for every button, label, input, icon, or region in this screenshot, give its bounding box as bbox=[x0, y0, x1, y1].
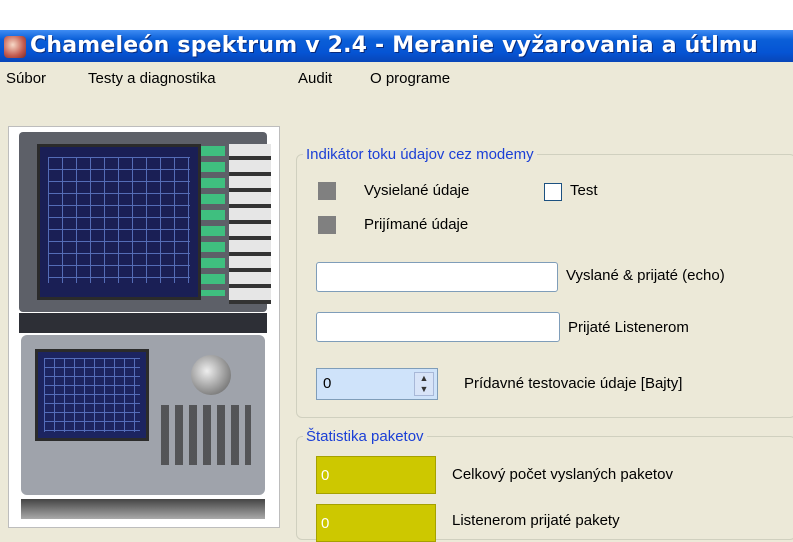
echo-label: Vyslané & prijaté (echo) bbox=[566, 267, 725, 284]
listener-packets-field: 0 bbox=[316, 504, 436, 542]
sent-packets-value: 0 bbox=[321, 467, 330, 484]
analyzer-strip bbox=[19, 313, 267, 333]
window-title: Chameleón spektrum v 2.4 - Meranie vyžar… bbox=[30, 33, 758, 58]
analyzer-top-screen bbox=[37, 144, 201, 300]
extra-bytes-label: Prídavné testovacie údaje [Bajty] bbox=[464, 375, 683, 392]
analyzer-knob bbox=[191, 355, 231, 395]
received-data-label: Prijímané údaje bbox=[364, 216, 469, 233]
analyzer-bottom-keypad bbox=[161, 405, 251, 465]
test-checkbox[interactable] bbox=[544, 183, 562, 201]
analyzer-keypad bbox=[229, 144, 271, 304]
menu-bar: Súbor Testy a diagnostika Audit O progra… bbox=[0, 62, 793, 94]
sent-packets-label: Celkový počet vyslaných paketov bbox=[452, 466, 673, 483]
sent-data-label: Vysielané údaje bbox=[364, 182, 470, 199]
listener-packets-value: 0 bbox=[321, 515, 330, 532]
extra-bytes-value: 0 bbox=[323, 375, 332, 392]
listener-label: Prijaté Listenerom bbox=[568, 319, 689, 336]
spectrum-analyzer-image bbox=[8, 126, 280, 528]
menu-tests-diagnostics[interactable]: Testy a diagnostika bbox=[88, 70, 216, 87]
title-bar[interactable]: Chameleón spektrum v 2.4 - Meranie vyžar… bbox=[0, 0, 793, 62]
echo-field[interactable] bbox=[316, 262, 558, 292]
listener-packets-label: Listenerom prijaté pakety bbox=[452, 512, 620, 529]
spin-updown-icon[interactable]: ▲ ▼ bbox=[414, 372, 434, 396]
analyzer-base bbox=[21, 499, 265, 519]
modem-indicator-title: Indikátor toku údajov cez modemy bbox=[306, 146, 534, 163]
extra-bytes-spinner[interactable]: 0 ▲ ▼ bbox=[316, 368, 438, 400]
sent-indicator bbox=[318, 182, 336, 200]
received-indicator bbox=[318, 216, 336, 234]
analyzer-top-device bbox=[19, 132, 271, 312]
menu-audit[interactable]: Audit bbox=[298, 70, 332, 87]
listener-field[interactable] bbox=[316, 312, 560, 342]
analyzer-bottom-device bbox=[21, 335, 265, 495]
menu-about[interactable]: O programe bbox=[370, 70, 450, 87]
test-checkbox-label[interactable]: Test bbox=[570, 182, 598, 199]
app-icon bbox=[4, 36, 26, 58]
sent-packets-field: 0 bbox=[316, 456, 436, 494]
analyzer-softkeys bbox=[201, 146, 225, 296]
packet-stats-title: Štatistika paketov bbox=[306, 428, 424, 445]
analyzer-bottom-screen bbox=[35, 349, 149, 441]
menu-file[interactable]: Súbor bbox=[6, 70, 46, 87]
